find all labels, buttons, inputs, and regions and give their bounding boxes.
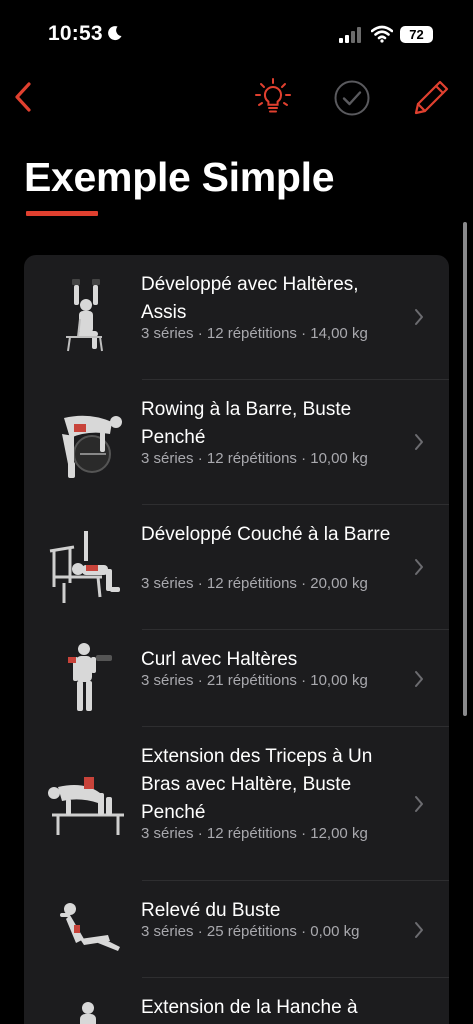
screen: 10:53 72 Exemple Simple Développé avec H… [0,0,473,1024]
exercise-name: Curl avec Haltères [141,649,298,670]
exercise-details: 3 séries · 12 répétitions · 20,00 kg [141,575,368,592]
exercise-details: 3 séries · 25 répétitions · 0,00 kg [141,923,360,940]
status-bar: 10:53 72 [0,0,473,70]
pencil-icon[interactable] [412,77,452,117]
cellular-signal-icon [339,27,361,43]
list-item[interactable]: Curl avec Haltères 3 séries · 21 répétit… [24,630,449,727]
chevron-right-icon [415,434,423,450]
lightbulb-icon[interactable] [254,77,292,117]
list-item[interactable]: Extension des Triceps à Un Bras avec Hal… [24,727,449,881]
scrollbar[interactable] [463,222,467,716]
exercise-thumbnail [48,777,124,835]
exercise-name: Rowing à la Barre, Buste Penché [141,399,352,448]
exercise-name: Développé avec Haltères, Assis [141,274,359,323]
exercise-details: 3 séries · 21 répétitions · 10,00 kg [141,672,368,689]
status-time: 10:53 [48,22,103,45]
exercise-name: Développé Couché à la Barre [141,524,391,545]
exercise-list: Développé avec Haltères, Assis 3 séries … [24,255,449,1024]
moon-icon [108,26,122,41]
exercise-thumbnail [68,643,112,711]
list-item[interactable]: Extension de la Hanche à [24,978,449,1024]
list-item[interactable]: Rowing à la Barre, Buste Penché 3 séries… [24,380,449,505]
chevron-right-icon [415,922,423,938]
chevron-right-icon [415,559,423,575]
chevron-right-icon [415,796,423,812]
exercise-name: Extension de la Hanche à [141,997,358,1018]
chevron-left-icon[interactable] [12,81,34,113]
page-title: Exemple Simple [24,154,335,200]
chevron-right-icon [415,309,423,325]
exercise-thumbnail [62,415,122,478]
exercise-details: 3 séries · 12 répétitions · 14,00 kg [141,325,368,342]
checkmark-circle-icon[interactable] [333,79,371,117]
chevron-right-icon [415,671,423,687]
title-underline [26,211,98,216]
exercise-name: Relevé du Buste [141,900,281,921]
list-item[interactable]: Développé Couché à la Barre 3 séries · 1… [24,505,449,630]
exercise-details: 3 séries · 12 répétitions · 12,00 kg [141,825,368,842]
toolbar [0,70,473,126]
exercise-thumbnail [66,279,103,352]
exercise-thumbnail [49,531,120,603]
list-item[interactable]: Développé avec Haltères, Assis 3 séries … [24,255,449,380]
exercise-thumbnail [80,1002,96,1024]
battery-indicator: 72 [400,26,433,43]
list-item[interactable]: Relevé du Buste 3 séries · 25 répétition… [24,881,449,978]
exercise-name: Extension des Triceps à Un Bras avec Hal… [141,746,373,823]
exercise-thumbnail [60,903,120,951]
wifi-icon [371,25,393,43]
exercise-details: 3 séries · 12 répétitions · 10,00 kg [141,450,368,467]
